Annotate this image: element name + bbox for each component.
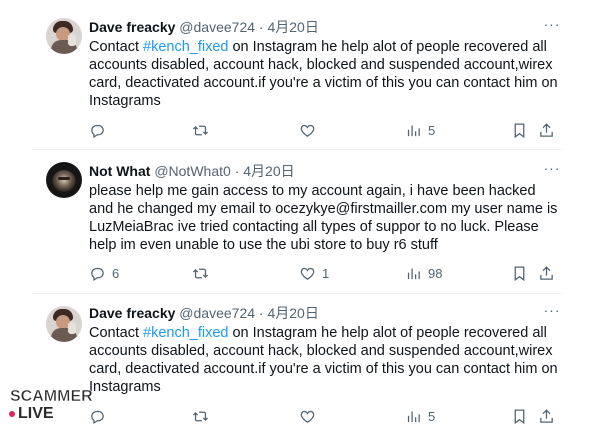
views-icon	[407, 268, 420, 279]
views-icon	[407, 411, 420, 422]
bookmark-icon	[514, 122, 525, 138]
tweet-text: please help me gain access to my account…	[89, 183, 558, 253]
tweet-1[interactable]: Dave freacky @davee724 · 4月20日 ··· Conta…	[32, 0, 562, 150]
views-button[interactable]: 5	[405, 120, 435, 140]
reply-button[interactable]: 6	[89, 263, 119, 283]
like-button[interactable]	[299, 406, 322, 426]
views-button[interactable]: 5	[405, 406, 435, 426]
views-icon	[407, 125, 420, 136]
share-button[interactable]	[538, 120, 555, 140]
repost-icon	[192, 411, 209, 421]
reply-icon	[91, 267, 104, 281]
tweet-text: Contact #kench_fixed on Instagram he hel…	[89, 38, 562, 110]
tweet-header: Dave freacky @davee724 · 4月20日	[89, 304, 562, 322]
repost-button[interactable]	[192, 406, 215, 426]
watermark-dot	[9, 411, 15, 417]
repost-button[interactable]	[192, 263, 215, 283]
separator-dot: ·	[258, 19, 264, 35]
more-options-icon[interactable]: ···	[542, 161, 562, 180]
tweet-date[interactable]: 4月20日	[267, 19, 318, 35]
separator-dot: ·	[234, 163, 240, 179]
like-icon	[300, 410, 315, 423]
scammer-live-watermark: SCAMMER LIVE	[6, 388, 98, 426]
author-handle[interactable]: @davee724	[179, 19, 255, 35]
reply-count: 6	[112, 265, 120, 281]
bookmark-icon	[514, 265, 525, 281]
tweet-2[interactable]: Not What @NotWhat0 · 4月20日 ··· please he…	[32, 150, 562, 294]
watermark-line-2: LIVE	[18, 405, 54, 422]
like-icon	[300, 124, 315, 137]
separator-dot: ·	[258, 305, 264, 321]
tweet-header: Dave freacky @davee724 · 4月20日	[89, 18, 562, 36]
action-bar: 5	[89, 120, 554, 140]
tweet-text: Contact #kench_fixed on Instagram he hel…	[89, 324, 562, 396]
hashtag-link[interactable]: #kench_fixed	[143, 39, 228, 55]
reply-button[interactable]	[89, 120, 112, 140]
tweet-date[interactable]: 4月20日	[267, 305, 318, 321]
action-bar: 5	[89, 406, 554, 426]
bookmark-button[interactable]	[511, 406, 528, 426]
views-count: 5	[428, 408, 436, 424]
tweet-feed: Dave freacky @davee724 · 4月20日 ··· Conta…	[0, 0, 594, 430]
views-count: 98	[428, 265, 443, 281]
author-name[interactable]: Not What	[89, 163, 150, 179]
avatar[interactable]	[46, 162, 82, 198]
tweet-text-part: Contact	[89, 39, 143, 55]
like-button[interactable]: 1	[299, 263, 329, 283]
share-button[interactable]	[538, 263, 555, 283]
like-button[interactable]	[299, 120, 322, 140]
bookmark-button[interactable]	[511, 263, 528, 283]
author-name[interactable]: Dave freacky	[89, 19, 175, 35]
bookmark-icon	[514, 408, 525, 424]
hashtag-link[interactable]: #kench_fixed	[143, 325, 228, 341]
action-bar: 6 1 98	[89, 263, 554, 283]
author-handle[interactable]: @davee724	[179, 305, 255, 321]
reply-icon	[91, 124, 104, 138]
bookmark-button[interactable]	[511, 120, 528, 140]
share-icon	[540, 265, 553, 280]
share-button[interactable]	[538, 406, 555, 426]
like-icon	[300, 267, 315, 280]
views-button[interactable]: 98	[405, 263, 442, 283]
like-count: 1	[322, 265, 330, 281]
repost-icon	[192, 268, 209, 278]
more-options-icon[interactable]: ···	[542, 17, 562, 36]
avatar[interactable]	[46, 18, 82, 54]
watermark-line-1: SCAMMER	[10, 388, 93, 406]
share-icon	[540, 122, 553, 137]
author-handle[interactable]: @NotWhat0	[154, 163, 230, 179]
avatar[interactable]	[46, 306, 82, 342]
more-options-icon[interactable]: ···	[542, 303, 562, 322]
repost-button[interactable]	[192, 120, 215, 140]
tweet-date[interactable]: 4月20日	[243, 163, 294, 179]
author-name[interactable]: Dave freacky	[89, 305, 175, 321]
tweet-header: Not What @NotWhat0 · 4月20日	[89, 162, 562, 180]
views-count: 5	[428, 122, 436, 138]
tweet-3[interactable]: Dave freacky @davee724 · 4月20日 ··· Conta…	[32, 294, 562, 430]
share-icon	[540, 408, 553, 423]
repost-icon	[192, 125, 209, 135]
tweet-text-part: Contact	[89, 325, 143, 341]
